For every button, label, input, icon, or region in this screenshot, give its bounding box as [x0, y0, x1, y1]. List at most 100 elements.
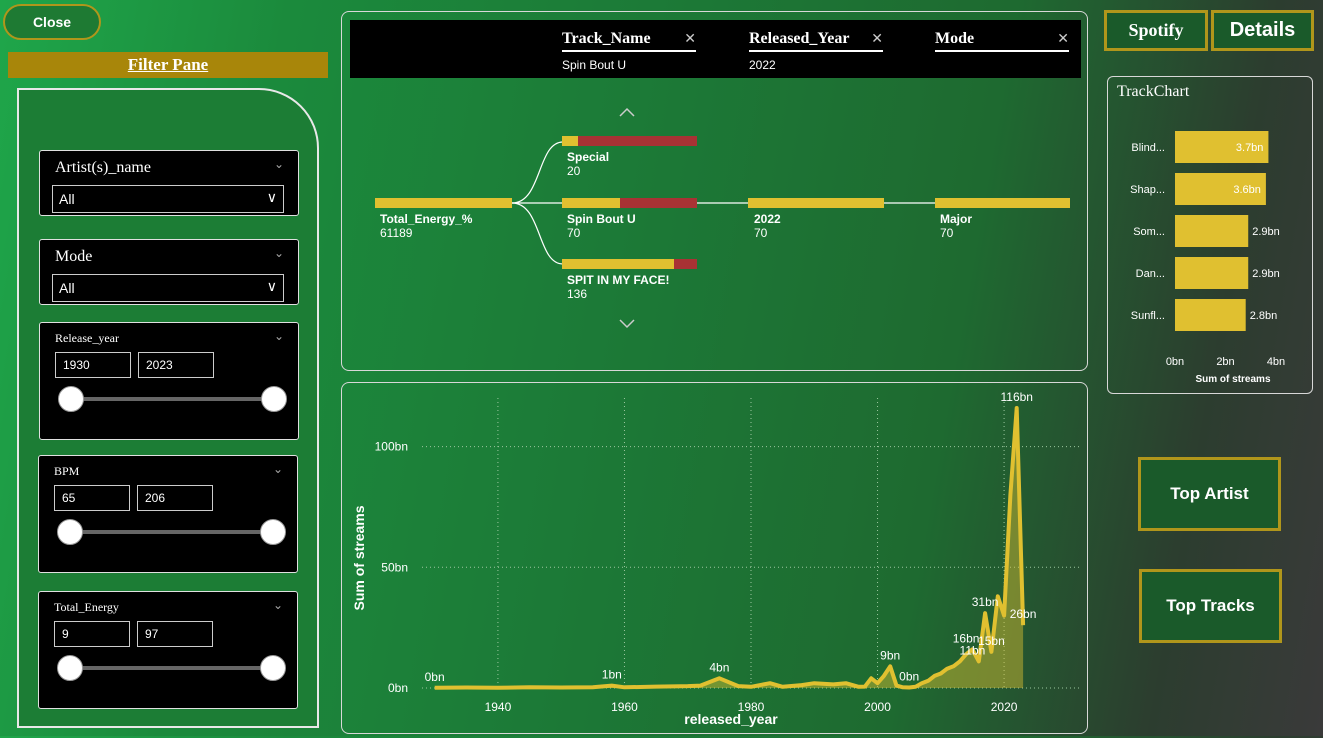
streams-line — [434, 406, 1026, 690]
data-label: 0bn — [899, 669, 919, 683]
x-axis-label: released_year — [684, 711, 778, 727]
mode-slicer-title: Mode — [55, 248, 93, 265]
mode-node-bar[interactable] — [935, 198, 1070, 208]
total-energy-slicer: Total_Energy ⌄ 9 97 — [38, 591, 298, 709]
scroll-down-button[interactable] — [618, 314, 638, 334]
total-energy-max-handle[interactable] — [260, 655, 286, 681]
root-node-value: 61189 — [380, 226, 413, 240]
chevron-down-icon: ∨ — [266, 189, 277, 205]
decomposition-tree: Track_Name ✕ Spin Bout U Released_Year ✕… — [341, 11, 1088, 371]
track-chart-category-label: Dan... — [1136, 268, 1165, 280]
y-tick-label: 0bn — [388, 681, 408, 695]
track-chart: TrackChart Blind... 3.7bn Shap... 3.6bn Som.… — [1107, 76, 1313, 394]
release-year-slicer: Release_year ⌄ 1930 2023 — [39, 322, 299, 440]
bpm-slicer: BPM ⌄ 65 206 — [38, 455, 298, 573]
top-tracks-button[interactable]: Top Tracks — [1139, 569, 1282, 643]
total-energy-slider-track[interactable] — [69, 666, 273, 670]
artist-slicer: Artist(s)_name ⌄ All ∨ — [39, 150, 299, 216]
details-button[interactable]: Details — [1211, 10, 1314, 51]
data-label: 0bn — [425, 670, 445, 684]
release-year-slicer-title: Release_year — [55, 331, 119, 345]
track-node-label: SPIT IN MY FACE! — [567, 273, 670, 287]
chevron-down-icon: ∨ — [266, 278, 277, 294]
streams-by-year-plot[interactable]: 1940 1960 1980 2000 20200bn50bn100bn0bn 1bn4b… — [342, 383, 1087, 733]
track-node-bar[interactable] — [562, 136, 697, 146]
filter-pane-title: Filter Pane — [127, 55, 209, 74]
y-tick-label: 50bn — [381, 560, 408, 574]
chevron-down-icon[interactable]: ⌄ — [274, 246, 284, 260]
year-node-bar[interactable] — [748, 198, 884, 208]
filter-pane: Filter Pane Artist(s)_name ⌄ All ∨ Mode … — [8, 52, 328, 736]
data-label: 1bn — [602, 668, 622, 682]
y-axis-label: Sum of streams — [351, 505, 367, 610]
track-node-bar[interactable] — [562, 259, 697, 269]
mode-dropdown[interactable]: All ∨ — [52, 274, 284, 302]
track-chart-category-label: Som... — [1133, 226, 1165, 238]
track-chart-x-axis-label: Sum of streams — [1195, 374, 1270, 385]
track-chart-data-label: 2.9bn — [1252, 226, 1280, 238]
track-chart-bar — [1175, 215, 1249, 247]
data-label: 4bn — [709, 660, 729, 674]
track-chart-bar — [1175, 299, 1246, 331]
track-node-value: 20 — [567, 164, 581, 178]
total-energy-min-input[interactable]: 9 — [54, 621, 130, 647]
track-chart-data-label: 2.8bn — [1250, 310, 1278, 322]
tree-connectors — [511, 107, 935, 329]
mode-dropdown-value: All — [59, 280, 75, 296]
scroll-up-button[interactable] — [618, 102, 638, 122]
total-energy-max-input[interactable]: 97 — [137, 621, 213, 647]
top-artist-button[interactable]: Top Artist — [1138, 457, 1281, 531]
chevron-down-icon[interactable]: ⌄ — [274, 157, 284, 171]
release-year-max-handle[interactable] — [261, 386, 287, 412]
track-chart-x-tick: 2bn — [1216, 356, 1234, 368]
data-label: 26bn — [1010, 607, 1037, 621]
root-node-label: Total_Energy_% — [380, 212, 473, 226]
bpm-max-input[interactable]: 206 — [137, 485, 213, 511]
bpm-slider-track[interactable] — [69, 530, 273, 534]
filter-pane-header: Filter Pane — [8, 52, 328, 78]
x-tick-label: 1940 — [485, 700, 512, 714]
y-tick-label: 100bn — [375, 440, 408, 454]
close-button[interactable]: Close — [3, 4, 101, 40]
total-energy-min-handle[interactable] — [57, 655, 83, 681]
mode-node-label: Major — [940, 212, 973, 226]
data-label: 15bn — [978, 634, 1005, 648]
artist-dropdown[interactable]: All ∨ — [52, 185, 284, 213]
mode-slicer: Mode ⌄ All ∨ — [39, 239, 299, 305]
track-node-value: 136 — [567, 287, 588, 301]
track-chart-plot[interactable]: Blind... 3.7bn Shap... 3.6bn Som... 2.9bn Dan.… — [1108, 77, 1312, 393]
release-year-slider-track[interactable] — [70, 397, 274, 401]
year-node-label: 2022 — [754, 212, 781, 226]
track-chart-data-label: 3.6bn — [1233, 184, 1261, 196]
chevron-down-icon[interactable]: ⌄ — [274, 329, 284, 343]
data-label: 9bn — [880, 648, 900, 662]
bpm-max-handle[interactable] — [260, 519, 286, 545]
bpm-min-handle[interactable] — [57, 519, 83, 545]
release-year-max-input[interactable]: 2023 — [138, 352, 214, 378]
track-node-bar[interactable] — [562, 198, 697, 208]
track-node-label: Special — [567, 150, 610, 164]
artist-slicer-title: Artist(s)_name — [55, 159, 151, 176]
track-chart-category-label: Sunfl... — [1131, 310, 1165, 322]
track-chart-data-label: 3.7bn — [1236, 142, 1264, 154]
artist-dropdown-value: All — [59, 191, 75, 207]
track-node-label: Spin Bout U — [567, 212, 636, 226]
data-label: 116bn — [1000, 390, 1032, 404]
track-chart-x-tick: 4bn — [1267, 356, 1285, 368]
x-tick-label: 1960 — [611, 700, 638, 714]
total-energy-slicer-title: Total_Energy — [54, 600, 119, 614]
chevron-down-icon[interactable]: ⌄ — [273, 462, 283, 476]
track-chart-bar — [1175, 257, 1249, 289]
year-node-value: 70 — [754, 226, 768, 240]
x-tick-label: 2000 — [864, 700, 891, 714]
root-node-bar[interactable] — [375, 198, 512, 208]
release-year-min-input[interactable]: 1930 — [55, 352, 131, 378]
track-chart-category-label: Shap... — [1130, 184, 1165, 196]
bpm-min-input[interactable]: 65 — [54, 485, 130, 511]
chevron-down-icon[interactable]: ⌄ — [273, 598, 283, 612]
streams-by-year-chart: 1940 1960 1980 2000 2020 0bn 50bn 100bn 0bn 1bn 4b… — [341, 382, 1088, 734]
release-year-min-handle[interactable] — [58, 386, 84, 412]
x-tick-label: 2020 — [991, 700, 1018, 714]
spotify-button[interactable]: Spotify — [1104, 10, 1208, 51]
data-label: 31bn — [972, 595, 999, 609]
